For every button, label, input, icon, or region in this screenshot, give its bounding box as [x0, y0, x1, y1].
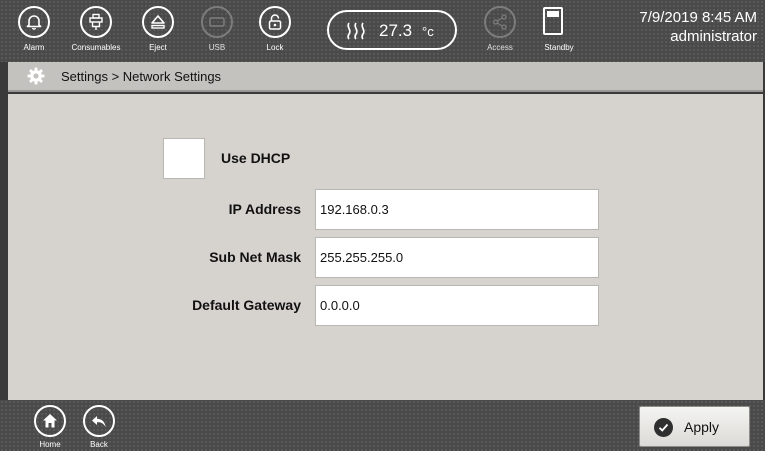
consumables-icon [89, 13, 103, 30]
ip-address-input[interactable]: 192.168.0.3 [315, 189, 599, 230]
access-label: Access [487, 43, 513, 52]
bell-icon [26, 15, 42, 30]
eject-label: Eject [149, 43, 167, 52]
ip-address-label: IP Address [228, 201, 301, 217]
gear-icon [27, 67, 45, 85]
usb-button[interactable]: USB [187, 4, 247, 60]
alarm-label: Alarm [23, 43, 45, 52]
usb-icon [209, 17, 225, 27]
usb-label: USB [208, 43, 226, 52]
date-time: 7/9/2019 8:45 AM [639, 9, 757, 26]
alarm-button[interactable]: Alarm [4, 4, 64, 60]
standby-icon [543, 7, 563, 35]
subnet-mask-input[interactable]: 255.255.255.0 [315, 237, 599, 278]
breadcrumb: Settings > Network Settings [61, 69, 222, 84]
default-gateway-input[interactable]: 0.0.0.0 [315, 285, 599, 326]
heat-icon [347, 22, 365, 40]
temperature-value: 27.3 [379, 21, 413, 40]
home-label: Home [39, 440, 61, 449]
back-label: Back [90, 440, 108, 449]
consumables-button[interactable]: Consumables [66, 4, 126, 60]
use-dhcp-label: Use DHCP [221, 150, 291, 166]
temperature-display[interactable]: 27.3 °c [327, 10, 457, 50]
apply-label: Apply [684, 419, 720, 435]
lock-icon [268, 14, 282, 30]
home-icon [43, 414, 57, 428]
check-circle-icon [654, 418, 673, 437]
default-gateway-label: Default Gateway [192, 297, 301, 313]
access-button[interactable]: Access [470, 4, 530, 60]
home-button[interactable]: Home [28, 405, 72, 451]
consumables-label: Consumables [71, 43, 121, 52]
current-user: administrator [670, 28, 757, 45]
top-toolbar: Alarm Consumables Eject USB Lock 27.3 °c… [0, 0, 765, 62]
use-dhcp-checkbox[interactable] [163, 138, 205, 179]
lock-button[interactable]: Lock [245, 4, 305, 60]
status-info: 7/9/2019 8:45 AM administrator [639, 8, 757, 46]
eject-button[interactable]: Eject [128, 4, 188, 60]
subnet-mask-label: Sub Net Mask [209, 249, 301, 265]
back-button[interactable]: Back [77, 405, 121, 451]
back-arrow-icon [92, 416, 106, 427]
breadcrumb-bar: Settings > Network Settings [8, 62, 763, 92]
standby-button[interactable]: Standby [529, 4, 589, 60]
eject-icon [151, 15, 165, 29]
share-icon [492, 14, 507, 30]
apply-button[interactable]: Apply [639, 406, 750, 447]
lock-label: Lock [266, 43, 284, 52]
standby-label: Standby [544, 43, 574, 52]
temperature-unit: °c [422, 24, 434, 39]
bottom-toolbar: Home Back Apply [0, 400, 765, 451]
